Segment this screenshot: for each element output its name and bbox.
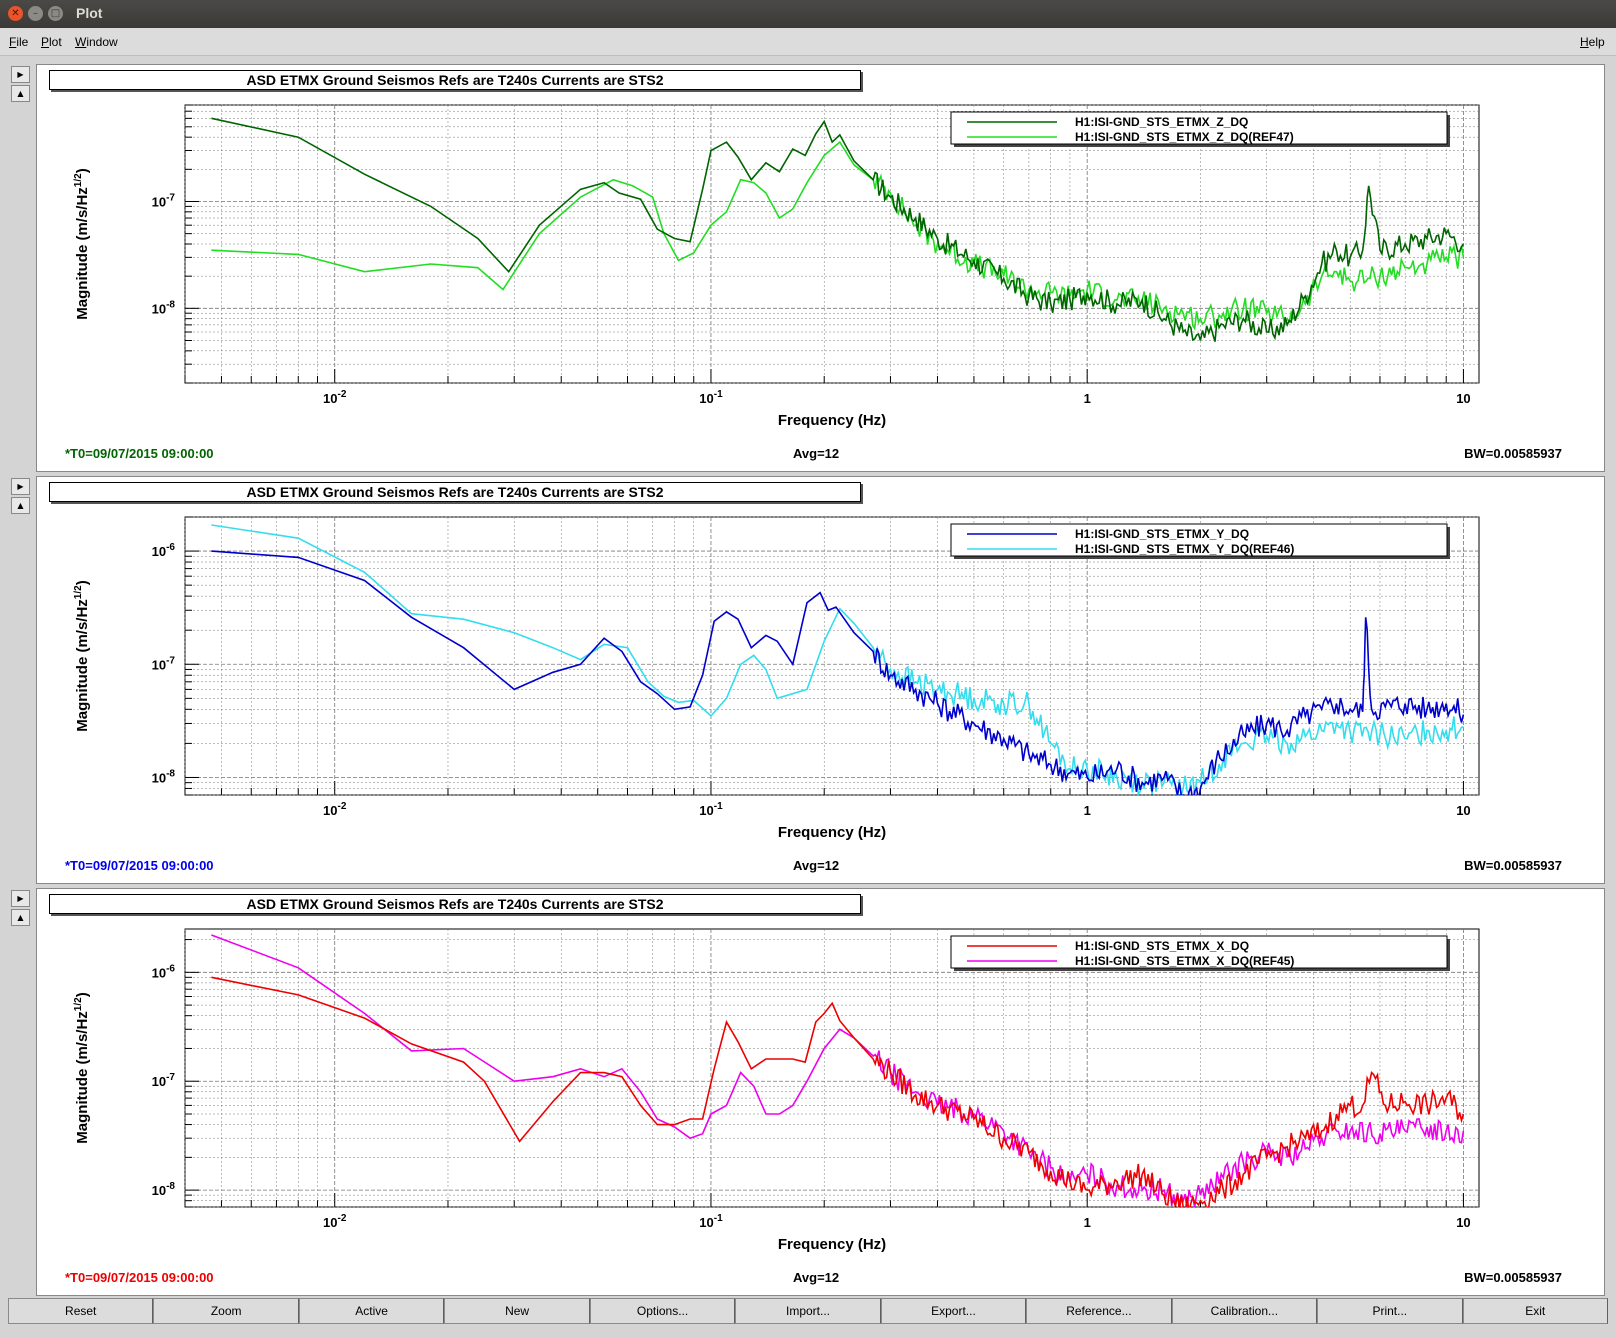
asd-chart-y[interactable]: 10-2 10-1 1 10 10-8 10-7 10-6 Frequency (Hz) Mag…: [37, 477, 1606, 885]
asd-chart-z[interactable]: 10-2 10-1 1 10 10-8 10-7 Frequency (Hz) Magnitu…: [37, 65, 1606, 473]
legend-entry: H1:ISI-GND_STS_ETMX_X_DQ: [1075, 939, 1249, 953]
legend-entry: H1:ISI-GND_STS_ETMX_Z_DQ(REF47): [1075, 130, 1294, 144]
y-tick-label: 10-6: [152, 963, 176, 980]
export-button[interactable]: Export...: [880, 1298, 1027, 1324]
y-tick-label: 10-8: [152, 768, 176, 785]
x-axis-label: Frequency (Hz): [778, 412, 886, 429]
x-tick-label: 10-2: [323, 801, 347, 818]
panel-3-expand-button[interactable]: ▶: [11, 890, 30, 907]
y-tick-label: 10-7: [152, 1072, 176, 1089]
plot-panel-x[interactable]: 10-2 10-1 1 10 10-8 10-7 10-6 Frequency (Hz) Mag…: [36, 888, 1605, 1296]
new-button[interactable]: New: [444, 1298, 590, 1324]
bw-label: BW=0.00585937: [1464, 1270, 1562, 1285]
menu-file[interactable]: File: [9, 35, 28, 49]
y-tick-label: 10-7: [152, 192, 176, 209]
active-button[interactable]: Active: [298, 1298, 445, 1324]
plot-title: ASD ETMX Ground Seismos Refs are T240s C…: [49, 894, 861, 914]
maximize-icon[interactable]: □: [48, 6, 63, 21]
plot-title: ASD ETMX Ground Seismos Refs are T240s C…: [49, 70, 861, 90]
y-tick-label: 10-7: [152, 655, 176, 672]
panel-3-collapse-button[interactable]: ▲: [11, 909, 30, 926]
reset-button[interactable]: Reset: [8, 1298, 154, 1324]
legend-entry: H1:ISI-GND_STS_ETMX_Y_DQ: [1075, 527, 1249, 541]
avg-label: Avg=12: [793, 1270, 840, 1285]
avg-label: Avg=12: [793, 858, 840, 873]
close-icon[interactable]: ✕: [8, 6, 23, 21]
x-tick-label: 10-1: [699, 1213, 723, 1230]
y-tick-label: 10-8: [152, 299, 176, 316]
t0-label: *T0=09/07/2015 09:00:00: [65, 446, 214, 461]
t0-label: *T0=09/07/2015 09:00:00: [65, 1270, 214, 1285]
minimize-icon[interactable]: –: [28, 6, 43, 21]
panel-2-expand-button[interactable]: ▶: [11, 478, 30, 495]
y-axis-label: Magnitude (m/s/Hz1/2): [73, 168, 91, 319]
calibration-button[interactable]: Calibration...: [1171, 1298, 1318, 1324]
y-axis-label: Magnitude (m/s/Hz1/2): [73, 580, 91, 731]
avg-label: Avg=12: [793, 446, 840, 461]
legend-entry: H1:ISI-GND_STS_ETMX_Z_DQ: [1075, 115, 1248, 129]
window-titlebar: ✕ – □ Plot: [0, 0, 1616, 28]
t0-label: *T0=09/07/2015 09:00:00: [65, 858, 214, 873]
x-tick-label: 10-2: [323, 389, 347, 406]
x-tick-label: 1: [1084, 1215, 1091, 1230]
import-button[interactable]: Import...: [735, 1298, 881, 1324]
bw-label: BW=0.00585937: [1464, 858, 1562, 873]
x-axis-label: Frequency (Hz): [778, 1236, 886, 1253]
x-axis-label: Frequency (Hz): [778, 824, 886, 841]
x-tick-label: 10-1: [699, 389, 723, 406]
menu-plot[interactable]: Plot: [41, 35, 62, 49]
panel-2-collapse-button[interactable]: ▲: [11, 497, 30, 514]
bottom-toolbar: Reset Zoom Active New Options... Import.…: [8, 1298, 1608, 1324]
window-title: Plot: [76, 5, 103, 21]
menu-bar: File Plot Window Help: [0, 28, 1616, 56]
print-button[interactable]: Print...: [1317, 1298, 1463, 1324]
asd-chart-x[interactable]: 10-2 10-1 1 10 10-8 10-7 10-6 Frequency (Hz) Mag…: [37, 889, 1606, 1297]
reference-button[interactable]: Reference...: [1026, 1298, 1172, 1324]
y-tick-label: 10-6: [152, 542, 176, 559]
bw-label: BW=0.00585937: [1464, 446, 1562, 461]
menu-help[interactable]: Help: [1580, 35, 1605, 49]
legend-entry: H1:ISI-GND_STS_ETMX_X_DQ(REF45): [1075, 954, 1294, 968]
x-tick-label: 10: [1456, 391, 1470, 406]
exit-button[interactable]: Exit: [1462, 1298, 1608, 1324]
panel-1-collapse-button[interactable]: ▲: [11, 85, 30, 102]
panel-1-expand-button[interactable]: ▶: [11, 66, 30, 83]
plot-title: ASD ETMX Ground Seismos Refs are T240s C…: [49, 482, 861, 502]
x-tick-label: 1: [1084, 803, 1091, 818]
zoom-button[interactable]: Zoom: [153, 1298, 299, 1324]
x-tick-label: 10-1: [699, 801, 723, 818]
options-button[interactable]: Options...: [589, 1298, 736, 1324]
x-tick-label: 10-2: [323, 1213, 347, 1230]
x-tick-label: 10: [1456, 1215, 1470, 1230]
plot-panel-y[interactable]: 10-2 10-1 1 10 10-8 10-7 10-6 Frequency (Hz) Mag…: [36, 476, 1605, 884]
plot-panel-z[interactable]: 10-2 10-1 1 10 10-8 10-7 Frequency (Hz) Magnitu…: [36, 64, 1605, 472]
y-tick-label: 10-8: [152, 1181, 176, 1198]
y-axis-label: Magnitude (m/s/Hz1/2): [73, 992, 91, 1143]
x-tick-label: 10: [1456, 803, 1470, 818]
x-tick-label: 1: [1084, 391, 1091, 406]
legend-entry: H1:ISI-GND_STS_ETMX_Y_DQ(REF46): [1075, 542, 1294, 556]
menu-window[interactable]: Window: [75, 35, 118, 49]
